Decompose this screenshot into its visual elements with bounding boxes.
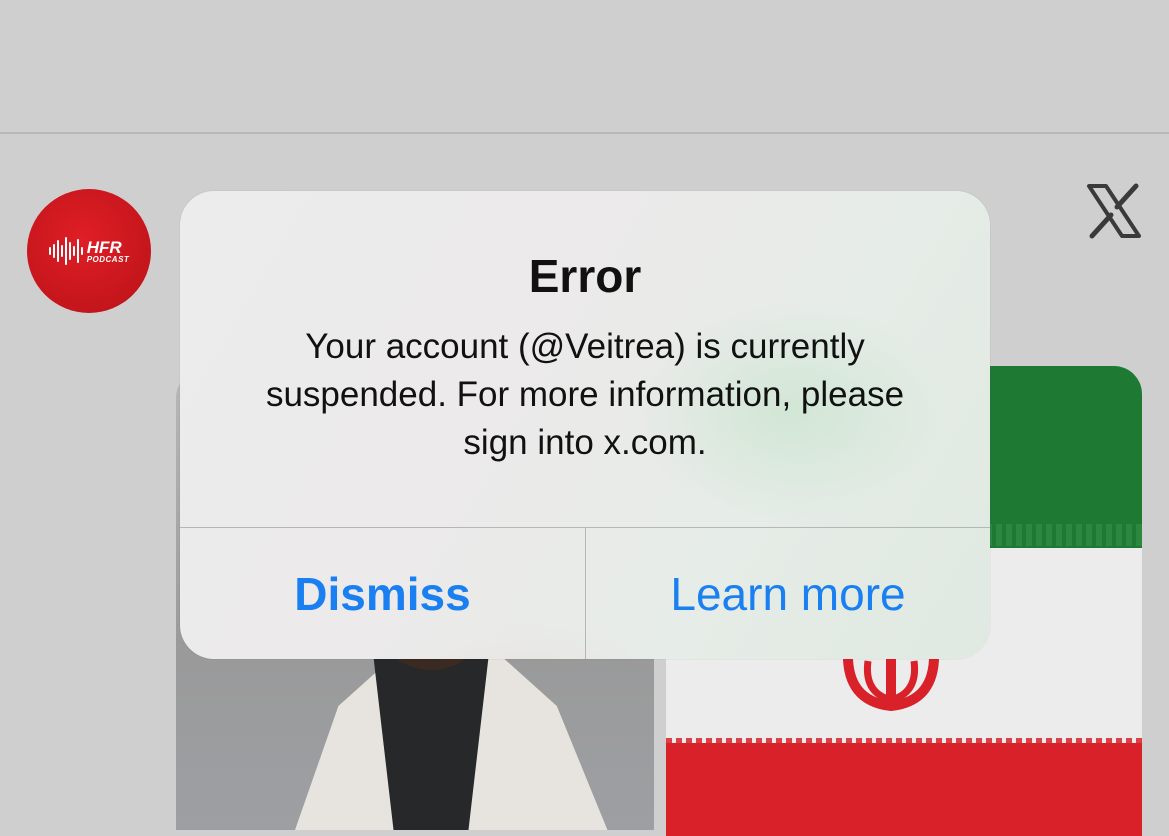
avatar[interactable]: HFR PODCAST — [27, 189, 151, 313]
dialog-title: Error — [528, 250, 642, 302]
dialog-message: Your account (@Veitrea) is currently sus… — [265, 327, 905, 462]
flag-red-band — [666, 743, 1142, 836]
dismiss-button[interactable]: Dismiss — [180, 528, 585, 659]
error-alert-dialog: Error Your account (@Veitrea) is current… — [180, 191, 990, 659]
podcast-wave-icon — [48, 236, 83, 266]
feed-divider — [0, 132, 1169, 134]
x-logo-icon[interactable] — [1086, 183, 1142, 239]
learn-more-button[interactable]: Learn more — [586, 528, 990, 659]
avatar-brand: HFR PODCAST — [86, 237, 130, 264]
previous-post-text-fragment — [0, 0, 1169, 24]
